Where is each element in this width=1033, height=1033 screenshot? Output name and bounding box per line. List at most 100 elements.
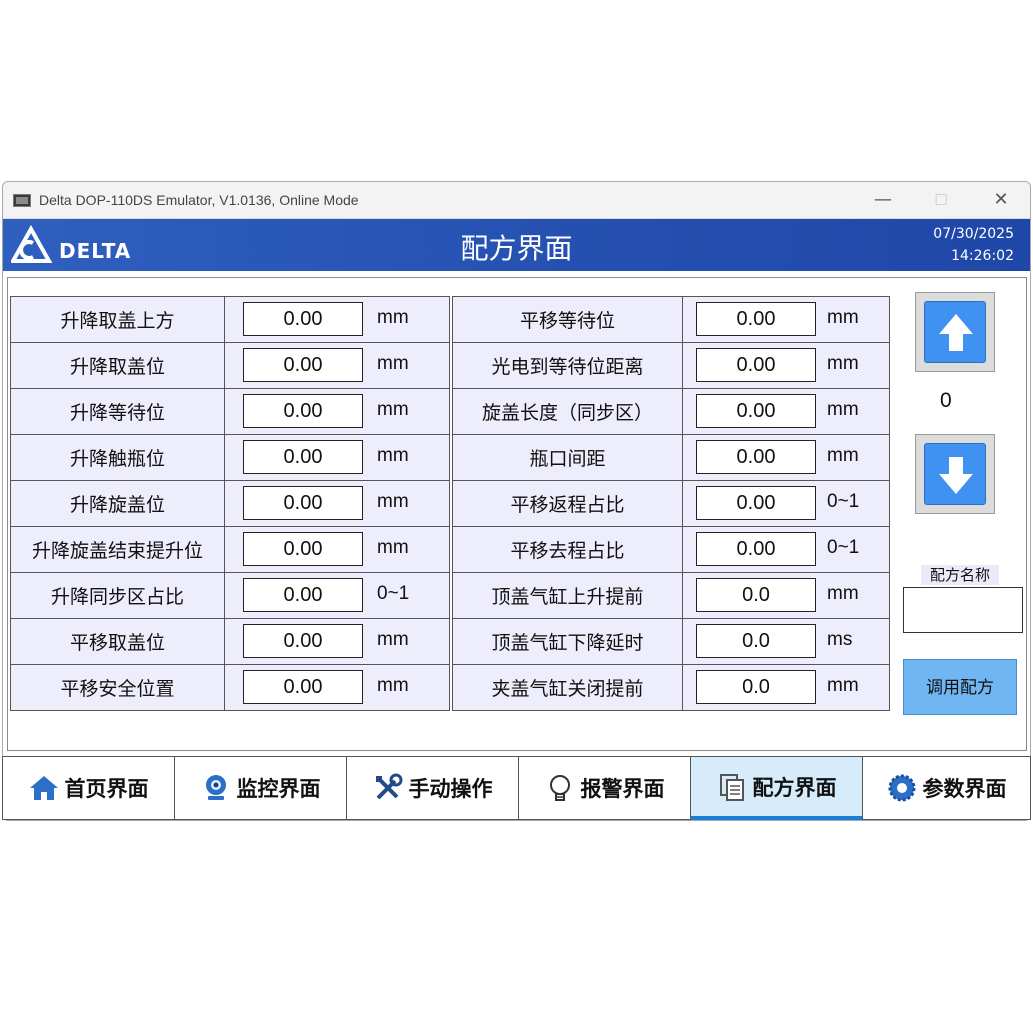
nav-label: 配方界面 bbox=[752, 775, 837, 800]
webcam-icon bbox=[205, 775, 226, 800]
param-value-input[interactable]: 0.0 bbox=[696, 670, 816, 704]
nav-manual[interactable]: 手动操作 bbox=[346, 756, 519, 820]
param-value-input[interactable]: 0.00 bbox=[243, 394, 363, 428]
arrow-up-icon bbox=[924, 301, 986, 363]
param-value-cell: 0.00 mm bbox=[224, 388, 450, 435]
nav-params[interactable]: 参数界面 bbox=[862, 756, 1031, 820]
close-button[interactable]: ✕ bbox=[981, 186, 1021, 214]
param-value-input[interactable]: 0.00 bbox=[243, 624, 363, 658]
table-row: 升降旋盖位 0.00 mm bbox=[10, 480, 450, 527]
hmi-header: DELTA 配方界面 07/30/2025 14:26:02 bbox=[3, 219, 1030, 271]
table-row: 平移取盖位 0.00 mm bbox=[10, 618, 450, 665]
recipe-name-label: 配方名称 bbox=[921, 565, 999, 585]
table-row: 升降取盖上方 0.00 mm bbox=[10, 296, 450, 343]
param-value-cell: 0.0 ms bbox=[682, 618, 890, 665]
param-value-cell: 0.00 mm bbox=[682, 296, 890, 343]
param-unit: 0~1 bbox=[827, 491, 860, 512]
page-title: 配方界面 bbox=[460, 232, 573, 265]
param-label: 顶盖气缸下降延时 bbox=[452, 618, 683, 665]
param-value-input[interactable]: 0.00 bbox=[243, 578, 363, 612]
left-param-table: 升降取盖上方 0.00 mm 升降取盖位 0.00 mm 升降等待位 0.00 mm 升降触… bbox=[10, 296, 450, 711]
param-value-input[interactable]: 0.00 bbox=[696, 532, 816, 566]
param-value-cell: 0.00 mm bbox=[224, 526, 450, 573]
param-label: 瓶口间距 bbox=[452, 434, 683, 481]
param-unit: mm bbox=[377, 399, 409, 420]
param-value-cell: 0.0 mm bbox=[682, 572, 890, 619]
param-unit: mm bbox=[377, 445, 409, 466]
param-unit: mm bbox=[827, 307, 859, 328]
param-label: 升降触瓶位 bbox=[10, 434, 225, 481]
table-row: 平移返程占比 0.00 0~1 bbox=[452, 480, 890, 527]
param-value-cell: 0.00 0~1 bbox=[224, 572, 450, 619]
param-value-input[interactable]: 0.00 bbox=[696, 486, 816, 520]
param-unit: mm bbox=[827, 583, 859, 604]
param-unit: mm bbox=[377, 307, 409, 328]
table-row: 升降取盖位 0.00 mm bbox=[10, 342, 450, 389]
recipe-up-button[interactable] bbox=[915, 292, 995, 372]
maximize-button[interactable]: ☐ bbox=[921, 186, 961, 214]
nav-alarm[interactable]: 报警界面 bbox=[518, 756, 691, 820]
table-row: 平移去程占比 0.00 0~1 bbox=[452, 526, 890, 573]
table-row: 平移安全位置 0.00 mm bbox=[10, 664, 450, 711]
param-label: 升降旋盖位 bbox=[10, 480, 225, 527]
param-label: 升降旋盖结束提升位 bbox=[10, 526, 225, 573]
recipe-name-input[interactable] bbox=[903, 587, 1023, 633]
param-value-input[interactable]: 0.0 bbox=[696, 578, 816, 612]
nav-monitor[interactable]: 监控界面 bbox=[174, 756, 347, 820]
minimize-button[interactable]: — bbox=[863, 186, 903, 214]
param-unit: ms bbox=[827, 629, 853, 650]
param-label: 平移取盖位 bbox=[10, 618, 225, 665]
param-value-cell: 0.00 mm bbox=[682, 342, 890, 389]
param-unit: 0~1 bbox=[827, 537, 860, 558]
param-value-input[interactable]: 0.00 bbox=[243, 532, 363, 566]
param-unit: mm bbox=[827, 353, 859, 374]
param-value-input[interactable]: 0.00 bbox=[243, 486, 363, 520]
param-value-input[interactable]: 0.00 bbox=[243, 670, 363, 704]
nav-label: 手动操作 bbox=[408, 777, 493, 801]
recipe-down-button[interactable] bbox=[915, 434, 995, 514]
table-row: 平移等待位 0.00 mm bbox=[452, 296, 890, 343]
nav-label: 报警界面 bbox=[580, 777, 665, 801]
param-value-cell: 0.00 mm bbox=[224, 434, 450, 481]
param-value-cell: 0.00 mm bbox=[224, 296, 450, 343]
date-display: 07/30/2025 bbox=[933, 226, 1014, 242]
table-row: 瓶口间距 0.00 mm bbox=[452, 434, 890, 481]
table-row: 顶盖气缸上升提前 0.0 mm bbox=[452, 572, 890, 619]
param-label: 顶盖气缸上升提前 bbox=[452, 572, 683, 619]
param-value-cell: 0.00 0~1 bbox=[682, 480, 890, 527]
param-value-input[interactable]: 0.00 bbox=[696, 394, 816, 428]
nav-recipe[interactable]: 配方界面 bbox=[690, 756, 863, 820]
param-value-cell: 0.00 mm bbox=[682, 434, 890, 481]
nav-home[interactable]: 首页界面 bbox=[2, 756, 175, 820]
param-unit: 0~1 bbox=[377, 583, 410, 604]
param-value-input[interactable]: 0.00 bbox=[243, 348, 363, 382]
param-value-input[interactable]: 0.00 bbox=[243, 302, 363, 336]
param-unit: mm bbox=[827, 399, 859, 420]
param-label: 升降等待位 bbox=[10, 388, 225, 435]
param-value-input[interactable]: 0.00 bbox=[696, 302, 816, 336]
param-value-input[interactable]: 0.00 bbox=[243, 440, 363, 474]
nav-label: 首页界面 bbox=[64, 777, 149, 801]
param-label: 夹盖气缸关闭提前 bbox=[452, 664, 683, 711]
param-unit: mm bbox=[827, 445, 859, 466]
param-unit: mm bbox=[827, 675, 859, 696]
param-value-input[interactable]: 0.0 bbox=[696, 624, 816, 658]
time-display: 14:26:02 bbox=[951, 248, 1014, 264]
table-row: 升降触瓶位 0.00 mm bbox=[10, 434, 450, 481]
param-label: 平移去程占比 bbox=[452, 526, 683, 573]
param-value-cell: 0.0 mm bbox=[682, 664, 890, 711]
param-value-cell: 0.00 mm bbox=[224, 618, 450, 665]
param-value-input[interactable]: 0.00 bbox=[696, 348, 816, 382]
home-icon bbox=[29, 776, 58, 800]
table-row: 旋盖长度（同步区） 0.00 mm bbox=[452, 388, 890, 435]
title-bar: Delta DOP-110DS Emulator, V1.0136, Onlin… bbox=[3, 182, 1030, 219]
table-row: 升降等待位 0.00 mm bbox=[10, 388, 450, 435]
nav-label: 参数界面 bbox=[922, 777, 1007, 801]
load-recipe-button[interactable]: 调用配方 bbox=[903, 659, 1017, 715]
param-value-cell: 0.00 mm bbox=[224, 342, 450, 389]
param-label: 平移返程占比 bbox=[452, 480, 683, 527]
param-value-input[interactable]: 0.00 bbox=[696, 440, 816, 474]
param-unit: mm bbox=[377, 629, 409, 650]
param-label: 升降同步区占比 bbox=[10, 572, 225, 619]
window-title: Delta DOP-110DS Emulator, V1.0136, Onlin… bbox=[39, 192, 359, 208]
